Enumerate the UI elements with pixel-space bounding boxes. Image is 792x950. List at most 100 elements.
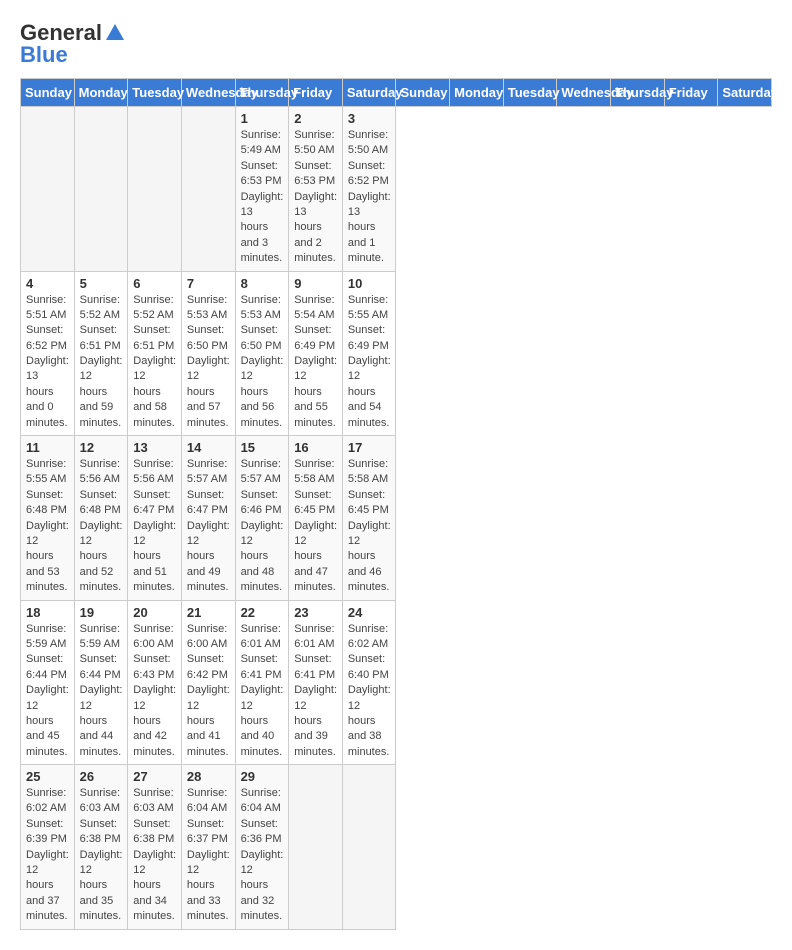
day-number: 10	[348, 276, 391, 291]
calendar-cell: 21 Sunrise: 6:00 AM Sunset: 6:42 PM Dayli…	[181, 600, 235, 765]
day-number: 19	[80, 605, 123, 620]
day-info: Sunrise: 6:00 AM Sunset: 6:42 PM Dayligh…	[187, 622, 230, 761]
day-info: Sunrise: 5:49 AM Sunset: 6:53 PM Dayligh…	[241, 128, 284, 267]
day-header-wednesday: Wednesday	[181, 79, 235, 107]
page-header: General Blue	[20, 20, 772, 68]
day-info: Sunrise: 6:02 AM Sunset: 6:39 PM Dayligh…	[26, 786, 69, 925]
day-header-sunday: Sunday	[396, 79, 450, 107]
day-info: Sunrise: 5:57 AM Sunset: 6:47 PM Dayligh…	[187, 457, 230, 596]
calendar-cell: 4 Sunrise: 5:51 AM Sunset: 6:52 PM Daylig…	[21, 271, 75, 436]
calendar-cell: 15 Sunrise: 5:57 AM Sunset: 6:46 PM Dayli…	[235, 436, 289, 601]
day-info: Sunrise: 5:55 AM Sunset: 6:49 PM Dayligh…	[348, 293, 391, 432]
day-info: Sunrise: 5:52 AM Sunset: 6:51 PM Dayligh…	[80, 293, 123, 432]
calendar-cell: 7 Sunrise: 5:53 AM Sunset: 6:50 PM Daylig…	[181, 271, 235, 436]
logo-blue-text: Blue	[20, 42, 68, 68]
calendar-cell: 9Sunrise: 5:54 AM Sunset: 6:49 PM Daylig…	[289, 271, 343, 436]
calendar-cell: 19 Sunrise: 5:59 AM Sunset: 6:44 PM Dayli…	[74, 600, 128, 765]
calendar-cell: 16 Sunrise: 5:58 AM Sunset: 6:45 PM Dayli…	[289, 436, 343, 601]
calendar-cell: 6Sunrise: 5:52 AM Sunset: 6:51 PM Daylig…	[128, 271, 182, 436]
day-number: 12	[80, 440, 123, 455]
day-number: 27	[133, 769, 176, 784]
day-info: Sunrise: 5:53 AM Sunset: 6:50 PM Dayligh…	[187, 293, 230, 432]
day-info: Sunrise: 5:50 AM Sunset: 6:52 PM Dayligh…	[348, 128, 391, 267]
day-info: Sunrise: 6:01 AM Sunset: 6:41 PM Dayligh…	[241, 622, 284, 761]
day-header-tuesday: Tuesday	[128, 79, 182, 107]
day-number: 7	[187, 276, 230, 291]
calendar-cell	[289, 765, 343, 930]
day-header-friday: Friday	[289, 79, 343, 107]
calendar-cell: 3 Sunrise: 5:50 AM Sunset: 6:52 PM Daylig…	[342, 107, 396, 272]
calendar-cell: 28 Sunrise: 6:04 AM Sunset: 6:37 PM Dayli…	[181, 765, 235, 930]
logo: General Blue	[20, 20, 128, 68]
day-number: 28	[187, 769, 230, 784]
day-number: 4	[26, 276, 69, 291]
day-info: Sunrise: 5:56 AM Sunset: 6:47 PM Dayligh…	[133, 457, 176, 596]
day-info: Sunrise: 6:04 AM Sunset: 6:36 PM Dayligh…	[241, 786, 284, 925]
day-info: Sunrise: 5:50 AM Sunset: 6:53 PM Dayligh…	[294, 128, 337, 267]
calendar-week-2: 4 Sunrise: 5:51 AM Sunset: 6:52 PM Daylig…	[21, 271, 772, 436]
day-info: Sunrise: 5:59 AM Sunset: 6:44 PM Dayligh…	[26, 622, 69, 761]
calendar-cell: 24Sunrise: 6:02 AM Sunset: 6:40 PM Dayli…	[342, 600, 396, 765]
calendar-cell: 23 Sunrise: 6:01 AM Sunset: 6:41 PM Dayli…	[289, 600, 343, 765]
calendar-cell	[128, 107, 182, 272]
calendar-cell: 2 Sunrise: 5:50 AM Sunset: 6:53 PM Daylig…	[289, 107, 343, 272]
day-header-saturday: Saturday	[342, 79, 396, 107]
day-number: 26	[80, 769, 123, 784]
calendar-cell: 13Sunrise: 5:56 AM Sunset: 6:47 PM Dayli…	[128, 436, 182, 601]
day-number: 20	[133, 605, 176, 620]
day-header-wednesday: Wednesday	[557, 79, 611, 107]
day-number: 17	[348, 440, 391, 455]
day-number: 21	[187, 605, 230, 620]
day-number: 29	[241, 769, 284, 784]
day-header-sunday: Sunday	[21, 79, 75, 107]
day-info: Sunrise: 5:59 AM Sunset: 6:44 PM Dayligh…	[80, 622, 123, 761]
calendar-cell: 27 Sunrise: 6:03 AM Sunset: 6:38 PM Dayli…	[128, 765, 182, 930]
day-number: 6	[133, 276, 176, 291]
day-info: Sunrise: 5:55 AM Sunset: 6:48 PM Dayligh…	[26, 457, 69, 596]
day-number: 16	[294, 440, 337, 455]
day-number: 14	[187, 440, 230, 455]
calendar-header-row: SundayMondayTuesdayWednesdayThursdayFrid…	[21, 79, 772, 107]
day-header-thursday: Thursday	[611, 79, 665, 107]
day-header-monday: Monday	[450, 79, 504, 107]
day-info: Sunrise: 5:53 AM Sunset: 6:50 PM Dayligh…	[241, 293, 284, 432]
day-header-thursday: Thursday	[235, 79, 289, 107]
calendar-cell: 12 Sunrise: 5:56 AM Sunset: 6:48 PM Dayli…	[74, 436, 128, 601]
calendar-cell: 22Sunrise: 6:01 AM Sunset: 6:41 PM Dayli…	[235, 600, 289, 765]
day-number: 15	[241, 440, 284, 455]
day-info: Sunrise: 6:03 AM Sunset: 6:38 PM Dayligh…	[80, 786, 123, 925]
day-info: Sunrise: 5:56 AM Sunset: 6:48 PM Dayligh…	[80, 457, 123, 596]
calendar-table: SundayMondayTuesdayWednesdayThursdayFrid…	[20, 78, 772, 930]
day-header-saturday: Saturday	[718, 79, 772, 107]
day-number: 3	[348, 111, 391, 126]
day-info: Sunrise: 5:51 AM Sunset: 6:52 PM Dayligh…	[26, 293, 69, 432]
day-info: Sunrise: 5:58 AM Sunset: 6:45 PM Dayligh…	[348, 457, 391, 596]
calendar-week-1: 1Sunrise: 5:49 AM Sunset: 6:53 PM Daylig…	[21, 107, 772, 272]
calendar-cell	[74, 107, 128, 272]
day-number: 24	[348, 605, 391, 620]
day-header-tuesday: Tuesday	[503, 79, 557, 107]
day-info: Sunrise: 6:03 AM Sunset: 6:38 PM Dayligh…	[133, 786, 176, 925]
calendar-cell	[181, 107, 235, 272]
calendar-cell: 1Sunrise: 5:49 AM Sunset: 6:53 PM Daylig…	[235, 107, 289, 272]
day-info: Sunrise: 6:00 AM Sunset: 6:43 PM Dayligh…	[133, 622, 176, 761]
calendar-week-3: 11Sunrise: 5:55 AM Sunset: 6:48 PM Dayli…	[21, 436, 772, 601]
day-number: 23	[294, 605, 337, 620]
calendar-cell: 5Sunrise: 5:52 AM Sunset: 6:51 PM Daylig…	[74, 271, 128, 436]
day-info: Sunrise: 6:04 AM Sunset: 6:37 PM Dayligh…	[187, 786, 230, 925]
day-number: 8	[241, 276, 284, 291]
calendar-cell: 17 Sunrise: 5:58 AM Sunset: 6:45 PM Dayli…	[342, 436, 396, 601]
calendar-cell: 18 Sunrise: 5:59 AM Sunset: 6:44 PM Dayli…	[21, 600, 75, 765]
calendar-week-4: 18 Sunrise: 5:59 AM Sunset: 6:44 PM Dayli…	[21, 600, 772, 765]
day-number: 18	[26, 605, 69, 620]
calendar-cell: 14 Sunrise: 5:57 AM Sunset: 6:47 PM Dayli…	[181, 436, 235, 601]
calendar-cell: 8 Sunrise: 5:53 AM Sunset: 6:50 PM Daylig…	[235, 271, 289, 436]
day-number: 2	[294, 111, 337, 126]
logo-icon	[104, 22, 126, 44]
calendar-cell: 26 Sunrise: 6:03 AM Sunset: 6:38 PM Dayli…	[74, 765, 128, 930]
day-info: Sunrise: 5:57 AM Sunset: 6:46 PM Dayligh…	[241, 457, 284, 596]
calendar-cell	[342, 765, 396, 930]
calendar-cell: 10 Sunrise: 5:55 AM Sunset: 6:49 PM Dayli…	[342, 271, 396, 436]
day-info: Sunrise: 5:58 AM Sunset: 6:45 PM Dayligh…	[294, 457, 337, 596]
day-info: Sunrise: 6:01 AM Sunset: 6:41 PM Dayligh…	[294, 622, 337, 761]
